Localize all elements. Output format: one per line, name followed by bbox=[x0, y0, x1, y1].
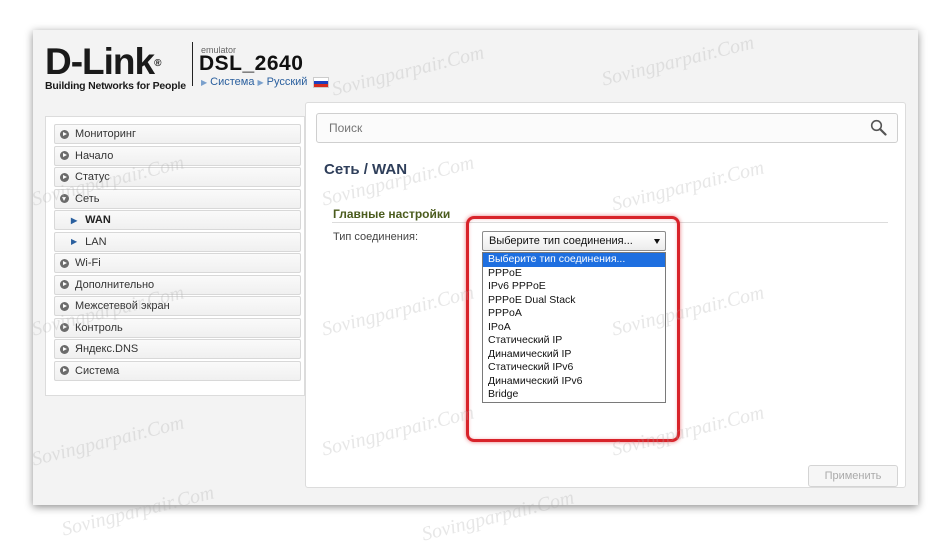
sidebar-item-label: Мониторинг bbox=[75, 128, 137, 140]
main-panel: Сеть / WAN Главные настройки Тип соедине… bbox=[305, 102, 906, 488]
sidebar-item-label: Начало bbox=[75, 149, 114, 162]
sidebar-item-control[interactable]: Контроль bbox=[54, 317, 301, 338]
app-window: D-Link® Building Networks for People emu… bbox=[33, 30, 918, 505]
sidebar-menu: Мониторинг Начало Статус Сеть ▶ WAN ▶ LAN … bbox=[54, 124, 301, 382]
sidebar-item-wan[interactable]: ▶ WAN bbox=[54, 210, 301, 230]
sidebar-item-label: Яндекс.DNS bbox=[75, 343, 139, 355]
sidebar-item-firewall[interactable]: Межсетевой экран bbox=[54, 296, 301, 316]
chevron-right-icon: ▶ bbox=[71, 215, 78, 225]
red-highlight-frame bbox=[466, 216, 680, 442]
circle-arrow-icon bbox=[60, 344, 69, 354]
sidebar-item-label: Межсетевой экран bbox=[75, 300, 170, 312]
device-model: DSL_2640 bbox=[199, 52, 304, 75]
sidebar-item-monitoring[interactable]: Мониторинг bbox=[54, 124, 301, 144]
sidebar-item-label: WAN bbox=[85, 214, 111, 226]
header-divider bbox=[192, 42, 193, 86]
circle-arrow-down-icon bbox=[60, 194, 69, 203]
sidebar-item-label: Дополнительно bbox=[75, 278, 155, 291]
header-links: ▶ Система ▶ Русский bbox=[201, 76, 330, 88]
sidebar-item-status[interactable]: Статус bbox=[54, 167, 301, 187]
circle-arrow-icon bbox=[60, 258, 69, 268]
circle-arrow-icon bbox=[60, 280, 69, 289]
trademark: ® bbox=[154, 58, 161, 69]
sidebar-item-yandex-dns[interactable]: Яндекс.DNS bbox=[54, 339, 301, 359]
language-link[interactable]: Русский bbox=[267, 76, 308, 88]
sidebar-item-label: LAN bbox=[85, 235, 107, 248]
russian-flag-icon[interactable] bbox=[313, 76, 330, 88]
sidebar-item-wifi[interactable]: Wi-Fi bbox=[54, 253, 301, 273]
sidebar-item-network[interactable]: Сеть bbox=[54, 188, 301, 209]
sidebar-item-label: Статус bbox=[75, 171, 110, 183]
brand-text: D-Link® bbox=[45, 41, 162, 82]
sidebar-item-advanced[interactable]: Дополнительно bbox=[54, 274, 301, 295]
sidebar-item-label: Система bbox=[75, 364, 120, 377]
system-link[interactable]: Система bbox=[210, 76, 254, 88]
sidebar-item-label: Wi-Fi bbox=[75, 257, 101, 269]
tagline: Building Networks for People bbox=[45, 80, 186, 92]
circle-arrow-icon bbox=[60, 323, 69, 332]
arrow-right-icon: ▶ bbox=[257, 77, 264, 87]
section-title: Главные настройки bbox=[333, 207, 451, 221]
sidebar-item-label: Контроль bbox=[75, 321, 123, 334]
sidebar-item-lan[interactable]: ▶ LAN bbox=[54, 231, 301, 252]
sidebar-item-label: Сеть bbox=[75, 192, 100, 205]
chevron-right-icon: ▶ bbox=[71, 237, 78, 246]
magnifier-icon[interactable] bbox=[870, 119, 887, 136]
apply-button[interactable]: Применить bbox=[808, 465, 898, 487]
circle-arrow-icon bbox=[60, 172, 69, 182]
page-title: Сеть / WAN bbox=[324, 161, 408, 178]
sidebar: Мониторинг Начало Статус Сеть ▶ WAN ▶ LAN … bbox=[45, 116, 305, 396]
sidebar-item-system[interactable]: Система bbox=[54, 360, 301, 381]
search-input[interactable] bbox=[316, 113, 898, 143]
circle-arrow-icon bbox=[60, 129, 69, 139]
connection-type-label: Тип соединения: bbox=[333, 231, 418, 243]
dlink-logo[interactable]: D-Link® Building Networks for People bbox=[45, 41, 186, 92]
sidebar-item-start[interactable]: Начало bbox=[54, 145, 301, 166]
circle-arrow-icon bbox=[60, 151, 69, 160]
circle-arrow-icon bbox=[60, 366, 69, 375]
circle-arrow-icon bbox=[60, 301, 69, 311]
arrow-right-icon: ▶ bbox=[201, 77, 208, 87]
